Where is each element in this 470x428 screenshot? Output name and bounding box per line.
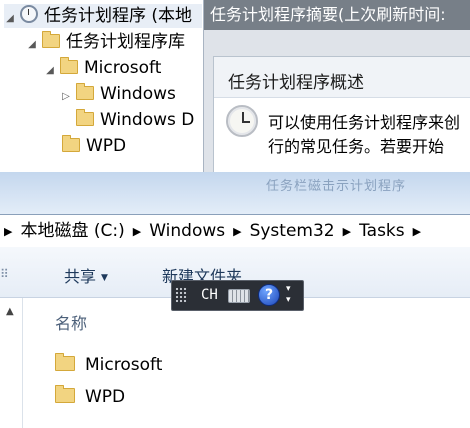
folder-icon: [55, 353, 75, 371]
navigation-pane: ▲: [0, 298, 23, 428]
list-item[interactable]: Microsoft: [55, 352, 162, 378]
overview-panel: 任务计划程序概述 可以使用任务计划程序来创 行的常见任务。若要开始: [213, 56, 470, 172]
overview-description-line-1: 可以使用任务计划程序来创: [268, 113, 461, 132]
scroll-up-icon[interactable]: ▲: [6, 306, 14, 317]
breadcrumb-system32[interactable]: System32: [250, 215, 335, 247]
tree-item-label: WPD: [86, 136, 127, 156]
share-label: 共享: [64, 267, 97, 286]
window-title-ghost: 任务栏磁击示计划程序: [266, 179, 407, 194]
breadcrumb-separator-icon[interactable]: ▶: [4, 216, 12, 248]
language-bar[interactable]: CH ? ▾ ▾: [171, 280, 304, 311]
tree-item-root[interactable]: ◢ 任务计划程序 (本地: [4, 4, 202, 28]
keyboard-icon[interactable]: [228, 289, 250, 303]
options-icon[interactable]: ▾: [286, 295, 291, 305]
input-language-button[interactable]: CH: [201, 285, 218, 305]
tree-item-label: Windows: [100, 84, 176, 104]
drag-handle-icon[interactable]: [175, 287, 187, 303]
toolbar-overflow-icon[interactable]: ⠿: [0, 267, 9, 281]
folder-icon: [76, 109, 94, 126]
task-scheduler-summary-pane: 任务计划程序摘要(上次刷新时间: 任务计划程序概述 可以使用任务计划程序来创 行…: [204, 0, 470, 172]
clock-icon: [226, 105, 258, 137]
file-name: WPD: [85, 387, 126, 407]
collapse-arrow-icon[interactable]: ◢: [26, 33, 38, 57]
column-header-name[interactable]: 名称: [55, 310, 87, 334]
breadcrumb-separator-icon[interactable]: ▶: [233, 216, 241, 248]
tree-item-label: 任务计划程序 (本地: [44, 6, 193, 26]
summary-title: 任务计划程序摘要(上次刷新时间:: [204, 0, 470, 30]
list-item[interactable]: WPD: [55, 384, 125, 410]
tree-item-wpd[interactable]: WPD: [46, 134, 126, 158]
task-scheduler-window: ◢ 任务计划程序 (本地 ◢ 任务计划程序库 ◢ Microsoft ▷ Windows…: [0, 0, 470, 172]
folder-icon: [62, 135, 80, 152]
breadcrumb-separator-icon[interactable]: ▶: [343, 216, 351, 248]
tree-item-microsoft[interactable]: ◢ Microsoft: [44, 56, 161, 80]
minimize-icon[interactable]: ▾: [286, 284, 291, 294]
folder-icon: [76, 83, 94, 100]
breadcrumb-tasks[interactable]: Tasks: [359, 215, 405, 247]
address-bar[interactable]: ▶ 本地磁盘 (C:) ▶ Windows ▶ System32 ▶ Tasks ▶: [0, 214, 470, 248]
file-name: Microsoft: [85, 355, 163, 375]
folder-icon: [42, 31, 60, 48]
tree-item-label: 任务计划程序库: [66, 32, 185, 52]
clock-icon: [20, 5, 38, 23]
tree-item-windows[interactable]: ▷ Windows: [60, 82, 176, 106]
task-scheduler-tree: ◢ 任务计划程序 (本地 ◢ 任务计划程序库 ◢ Microsoft ▷ Windows…: [0, 0, 204, 172]
tree-item-library[interactable]: ◢ 任务计划程序库: [26, 30, 185, 54]
expand-arrow-icon[interactable]: ▷: [60, 85, 72, 109]
tree-item-windows-d[interactable]: Windows D: [60, 108, 194, 132]
breadcrumb-local-disk[interactable]: 本地磁盘 (C:): [20, 215, 124, 247]
tree-item-label: Windows D: [100, 110, 195, 130]
share-button[interactable]: 共享 ▼: [64, 263, 108, 287]
overview-description-line-2: 行的常见任务。若要开始: [268, 137, 445, 156]
overview-header[interactable]: 任务计划程序概述: [214, 57, 470, 98]
help-icon[interactable]: ?: [258, 284, 280, 306]
tree-item-label: Microsoft: [84, 58, 162, 78]
chevron-down-icon: ▼: [101, 273, 108, 283]
breadcrumb-separator-icon[interactable]: ▶: [413, 216, 421, 248]
folder-icon: [60, 57, 78, 74]
collapse-arrow-icon[interactable]: ◢: [4, 7, 16, 31]
folder-icon: [55, 385, 75, 403]
breadcrumb-windows[interactable]: Windows: [149, 215, 225, 247]
breadcrumb-separator-icon[interactable]: ▶: [133, 216, 141, 248]
file-list: 名称 Microsoft WPD: [23, 298, 470, 428]
collapse-arrow-icon[interactable]: ◢: [44, 59, 56, 83]
